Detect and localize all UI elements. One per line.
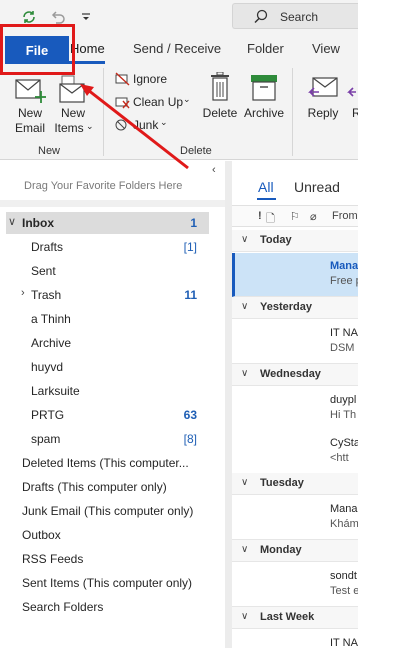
annotation-arrow-icon xyxy=(80,84,189,170)
